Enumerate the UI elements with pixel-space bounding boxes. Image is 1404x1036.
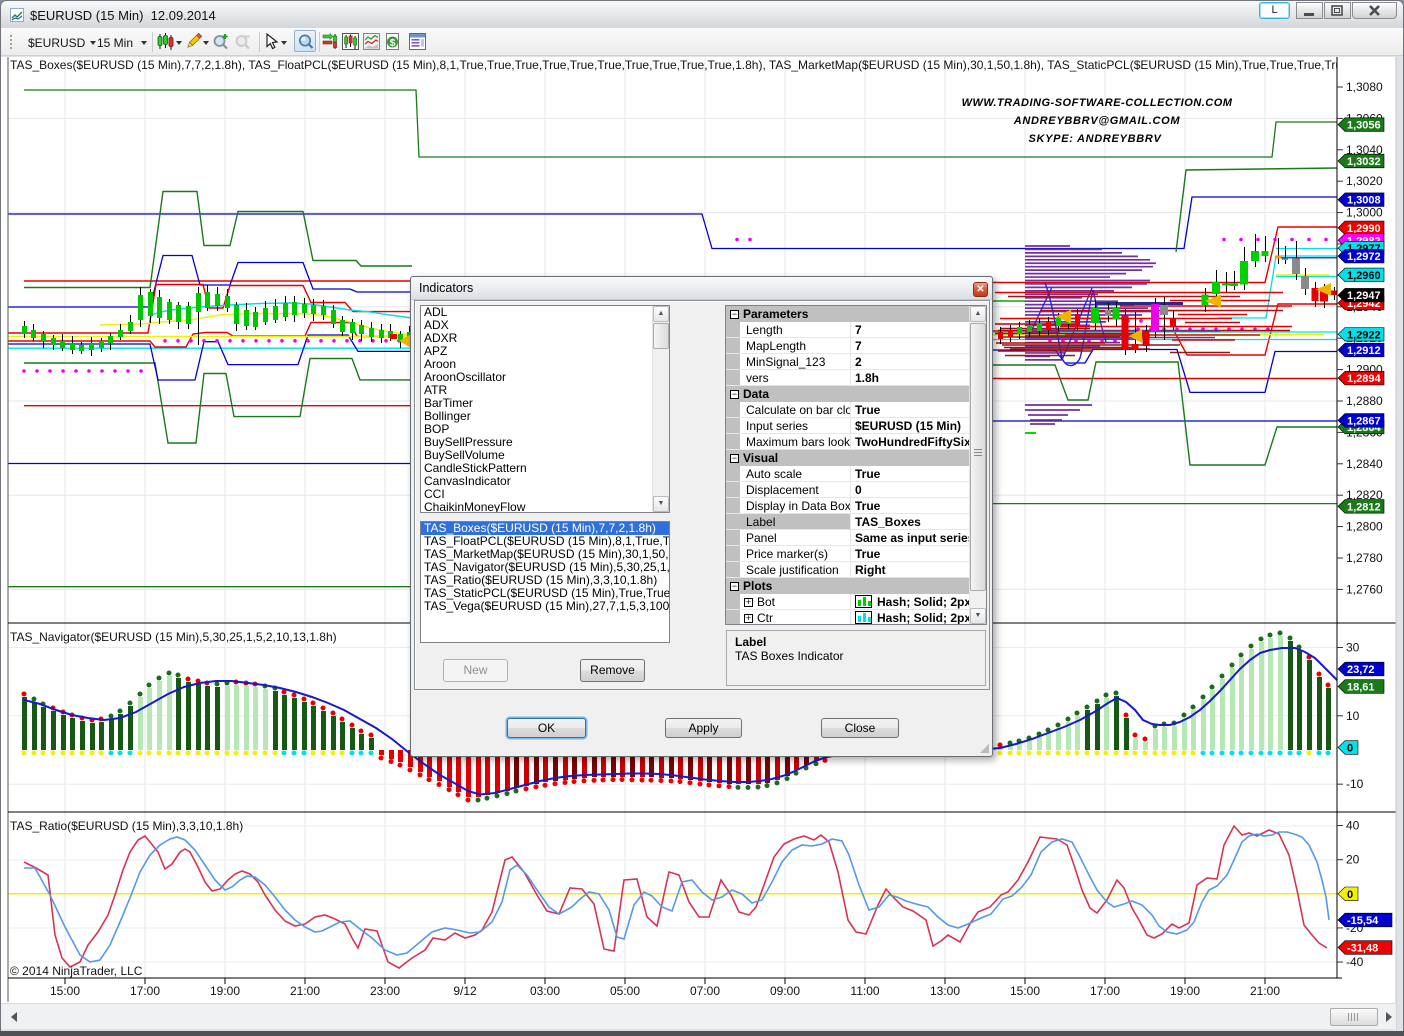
svg-text:07:00: 07:00 <box>690 984 720 998</box>
svg-text:1,2990: 1,2990 <box>1347 223 1381 235</box>
svg-text:1,2867: 1,2867 <box>1347 415 1381 427</box>
svg-text:1,2947: 1,2947 <box>1347 290 1381 302</box>
svg-text:23,72: 23,72 <box>1347 664 1375 676</box>
svg-text:-31,48: -31,48 <box>1347 943 1378 955</box>
svg-text:-15,54: -15,54 <box>1347 915 1379 927</box>
svg-text:1,3008: 1,3008 <box>1347 195 1381 207</box>
svg-text:TAS_Boxes($EURUSD (15 Min),7,7: TAS_Boxes($EURUSD (15 Min),7,7,2,1.8h), … <box>10 58 1404 72</box>
svg-text:21:00: 21:00 <box>1250 984 1280 998</box>
svg-text:1,2912: 1,2912 <box>1347 345 1381 357</box>
svg-text:19:00: 19:00 <box>210 984 240 998</box>
svg-text:1,2880: 1,2880 <box>1346 394 1383 408</box>
svg-text:20: 20 <box>1346 853 1360 867</box>
svg-text:18,61: 18,61 <box>1347 682 1375 694</box>
svg-text:ANDREYBBRV@GMAIL.COM: ANDREYBBRV@GMAIL.COM <box>1013 115 1181 127</box>
svg-text:1,2812: 1,2812 <box>1347 501 1381 513</box>
svg-text:13:00: 13:00 <box>930 984 960 998</box>
svg-text:05:00: 05:00 <box>610 984 640 998</box>
svg-text:17:00: 17:00 <box>1090 984 1120 998</box>
svg-text:15:00: 15:00 <box>50 984 80 998</box>
svg-text:1,2800: 1,2800 <box>1346 520 1383 534</box>
svg-text:1,3032: 1,3032 <box>1347 156 1381 168</box>
svg-text:1,2960: 1,2960 <box>1347 270 1381 282</box>
svg-text:11:00: 11:00 <box>850 984 879 998</box>
svg-text:TAS_Navigator($EURUSD (15 Min): TAS_Navigator($EURUSD (15 Min),5,30,25,1… <box>10 630 337 644</box>
svg-text:23:00: 23:00 <box>370 984 400 998</box>
svg-text:1,2840: 1,2840 <box>1346 457 1383 471</box>
svg-text:1,2922: 1,2922 <box>1347 329 1381 341</box>
svg-text:15:00: 15:00 <box>1010 984 1040 998</box>
svg-text:-10: -10 <box>1346 777 1364 791</box>
svg-text:1,3020: 1,3020 <box>1346 174 1383 188</box>
svg-text:30: 30 <box>1346 640 1360 654</box>
svg-text:10: 10 <box>1346 709 1360 723</box>
svg-text:-40: -40 <box>1346 955 1364 969</box>
svg-text:1,2760: 1,2760 <box>1346 582 1383 596</box>
svg-text:0: 0 <box>1347 889 1353 901</box>
svg-text:WWW.TRADING-SOFTWARE-COLLECTIO: WWW.TRADING-SOFTWARE-COLLECTION.COM <box>962 97 1233 109</box>
svg-text:© 2014 NinjaTrader, LLC: © 2014 NinjaTrader, LLC <box>10 964 143 978</box>
svg-text:1,2894: 1,2894 <box>1347 373 1382 385</box>
svg-text:40: 40 <box>1346 819 1360 833</box>
svg-text:09:00: 09:00 <box>770 984 800 998</box>
svg-text:TAS_Ratio($EURUSD (15 Min),3,3: TAS_Ratio($EURUSD (15 Min),3,3,10,1.8h) <box>10 819 243 833</box>
svg-text:SKYPE: ANDREYBBRV: SKYPE: ANDREYBBRV <box>1028 133 1162 145</box>
svg-text:1,3080: 1,3080 <box>1346 80 1383 94</box>
svg-text:19:00: 19:00 <box>1170 984 1200 998</box>
svg-text:21:00: 21:00 <box>290 984 320 998</box>
svg-text:1,3056: 1,3056 <box>1347 120 1381 132</box>
svg-text:1,3000: 1,3000 <box>1346 206 1383 220</box>
svg-text:1,2972: 1,2972 <box>1347 251 1381 263</box>
svg-text:0: 0 <box>1347 743 1353 755</box>
svg-text:9/12: 9/12 <box>453 984 477 998</box>
svg-text:03:00: 03:00 <box>530 984 560 998</box>
svg-text:1,2780: 1,2780 <box>1346 551 1383 565</box>
svg-text:17:00: 17:00 <box>130 984 160 998</box>
